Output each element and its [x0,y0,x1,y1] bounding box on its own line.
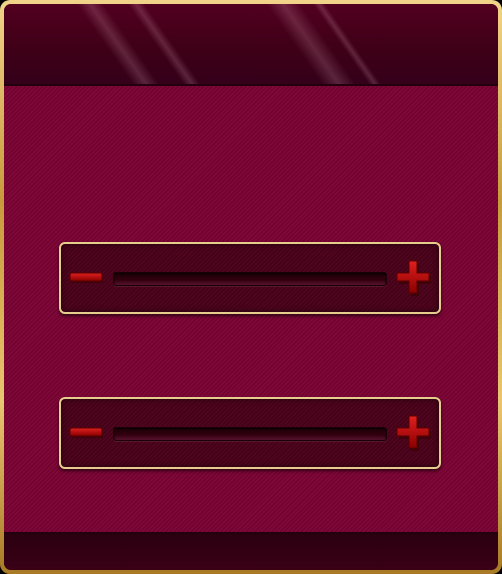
slider-2-track[interactable] [113,427,387,441]
minus-icon [69,427,103,438]
content-area [4,86,498,534]
window-frame [0,0,502,574]
plus-icon [396,415,431,451]
slider-1-increase-button[interactable] [393,258,433,298]
slider-2 [59,397,441,469]
window-body [4,4,498,570]
top-header-bar [4,4,498,86]
plus-icon [396,260,431,296]
slider-2-decrease-button[interactable] [67,413,107,453]
slider-1 [59,242,441,314]
slider-1-decrease-button[interactable] [67,258,107,298]
slider-1-track[interactable] [113,272,387,286]
slider-2-increase-button[interactable] [393,413,433,453]
bottom-footer-bar [4,532,498,570]
minus-icon [69,272,103,283]
